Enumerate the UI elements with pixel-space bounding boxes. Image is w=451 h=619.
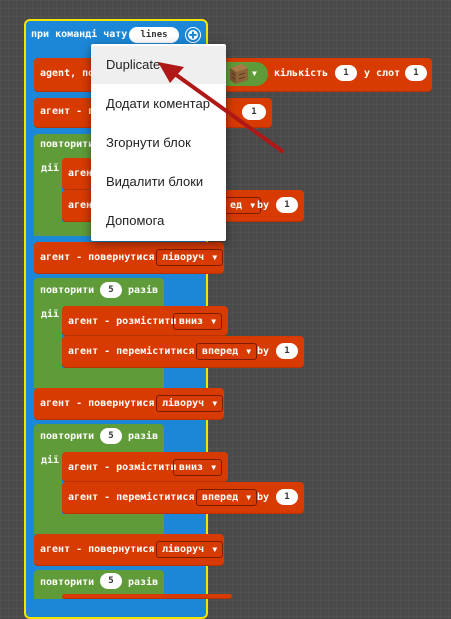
loop-3-body-label: дії (41, 455, 60, 466)
slot-label: у слот (364, 68, 401, 79)
dropdown-arrow-icon: ▼ (212, 545, 218, 554)
turn-direction-dropdown-1[interactable]: ліворуч ▼ (156, 249, 224, 266)
loop-3-count-field[interactable]: 5 (100, 428, 122, 444)
event-block-label: при команді чату (31, 29, 128, 40)
place-direction-2-value: вниз (179, 316, 204, 327)
dropdown-arrow-icon: ▼ (246, 347, 252, 356)
agent-turn-3-label: агент - повернутися (40, 544, 155, 555)
loop-3-label: повторити (40, 431, 95, 442)
by-label-1: by (257, 200, 270, 211)
agent-place-3-label: агент - розмістити (68, 462, 177, 473)
loop-3-times-label: разів (128, 431, 159, 442)
loop-2-times-label: разів (128, 285, 159, 296)
agent-turn-2-label: агент - повернутися (40, 398, 155, 409)
move-direction-2-value: вперед (202, 346, 239, 357)
give-block-label: agent, по (40, 68, 95, 79)
agent-move-2-label: агент - переміститися (68, 346, 195, 357)
dropdown-arrow-icon: ▼ (212, 253, 218, 262)
loop-1-body-label: дії (41, 163, 60, 174)
dropdown-arrow-icon: ▼ (211, 463, 217, 472)
loop-2-body-label: дії (41, 309, 60, 320)
chat-command-value: lines (140, 30, 168, 40)
direction-dropdown-1[interactable]: ед ▼ (224, 197, 262, 214)
place-direction-dropdown-2[interactable]: вниз ▼ (173, 313, 223, 330)
turn-direction-dropdown-3[interactable]: ліворуч ▼ (156, 541, 224, 558)
agent-block-4-partial[interactable] (62, 594, 232, 599)
agent-turn-1-label: агент - повернутися (40, 252, 155, 263)
loop-2-label: повторити (40, 285, 95, 296)
direction-1-value: ед (230, 200, 243, 211)
step-field-1[interactable]: 1 (276, 197, 298, 213)
by-label-2: by (257, 346, 270, 357)
by-label-3: by (257, 492, 270, 503)
slot-field[interactable]: 1 (405, 65, 427, 81)
step-field-2[interactable]: 1 (276, 343, 298, 359)
turn-direction-dropdown-2[interactable]: ліворуч ▼ (156, 395, 224, 412)
turn-direction-3-value: ліворуч (162, 544, 205, 555)
chat-command-value-field[interactable]: lines (129, 27, 179, 43)
turn-direction-2-value: ліворуч (162, 398, 205, 409)
dropdown-arrow-icon: ▼ (250, 201, 256, 210)
agent-move-3-label: агент - переміститися (68, 492, 195, 503)
menu-item-delete-blocks[interactable]: Видалити блоки (91, 163, 226, 201)
loop-4-label: повторити (40, 577, 95, 588)
loop-1-label: повторити (40, 139, 95, 150)
loop-4-count-field[interactable]: 5 (100, 573, 122, 589)
move-direction-3-value: вперед (202, 492, 239, 503)
dropdown-arrow-icon: ▼ (246, 493, 252, 502)
loop-3-bottom (34, 514, 164, 534)
loop-2-bottom (34, 368, 164, 388)
place-direction-dropdown-3[interactable]: вниз ▼ (173, 459, 223, 476)
step-field-3[interactable]: 1 (276, 489, 298, 505)
agent-move-label: агент - п (40, 106, 95, 117)
dropdown-arrow-icon: ▼ (211, 317, 217, 326)
move-direction-dropdown-3[interactable]: вперед ▼ (196, 489, 258, 506)
loop-2-count-field[interactable]: 5 (100, 282, 122, 298)
event-block-body (26, 48, 34, 608)
place-direction-3-value: вниз (179, 462, 204, 473)
agent-place-2-label: агент - розмістити (68, 316, 177, 327)
annotation-arrow-icon (158, 62, 284, 153)
move-direction-dropdown-2[interactable]: вперед ▼ (196, 343, 258, 360)
add-parameter-icon[interactable] (185, 27, 201, 43)
menu-item-help[interactable]: Допомога (91, 202, 226, 240)
amount-field[interactable]: 1 (335, 65, 357, 81)
dropdown-arrow-icon: ▼ (212, 399, 218, 408)
turn-direction-1-value: ліворуч (162, 252, 205, 263)
loop-4-times-label: разів (128, 577, 159, 588)
